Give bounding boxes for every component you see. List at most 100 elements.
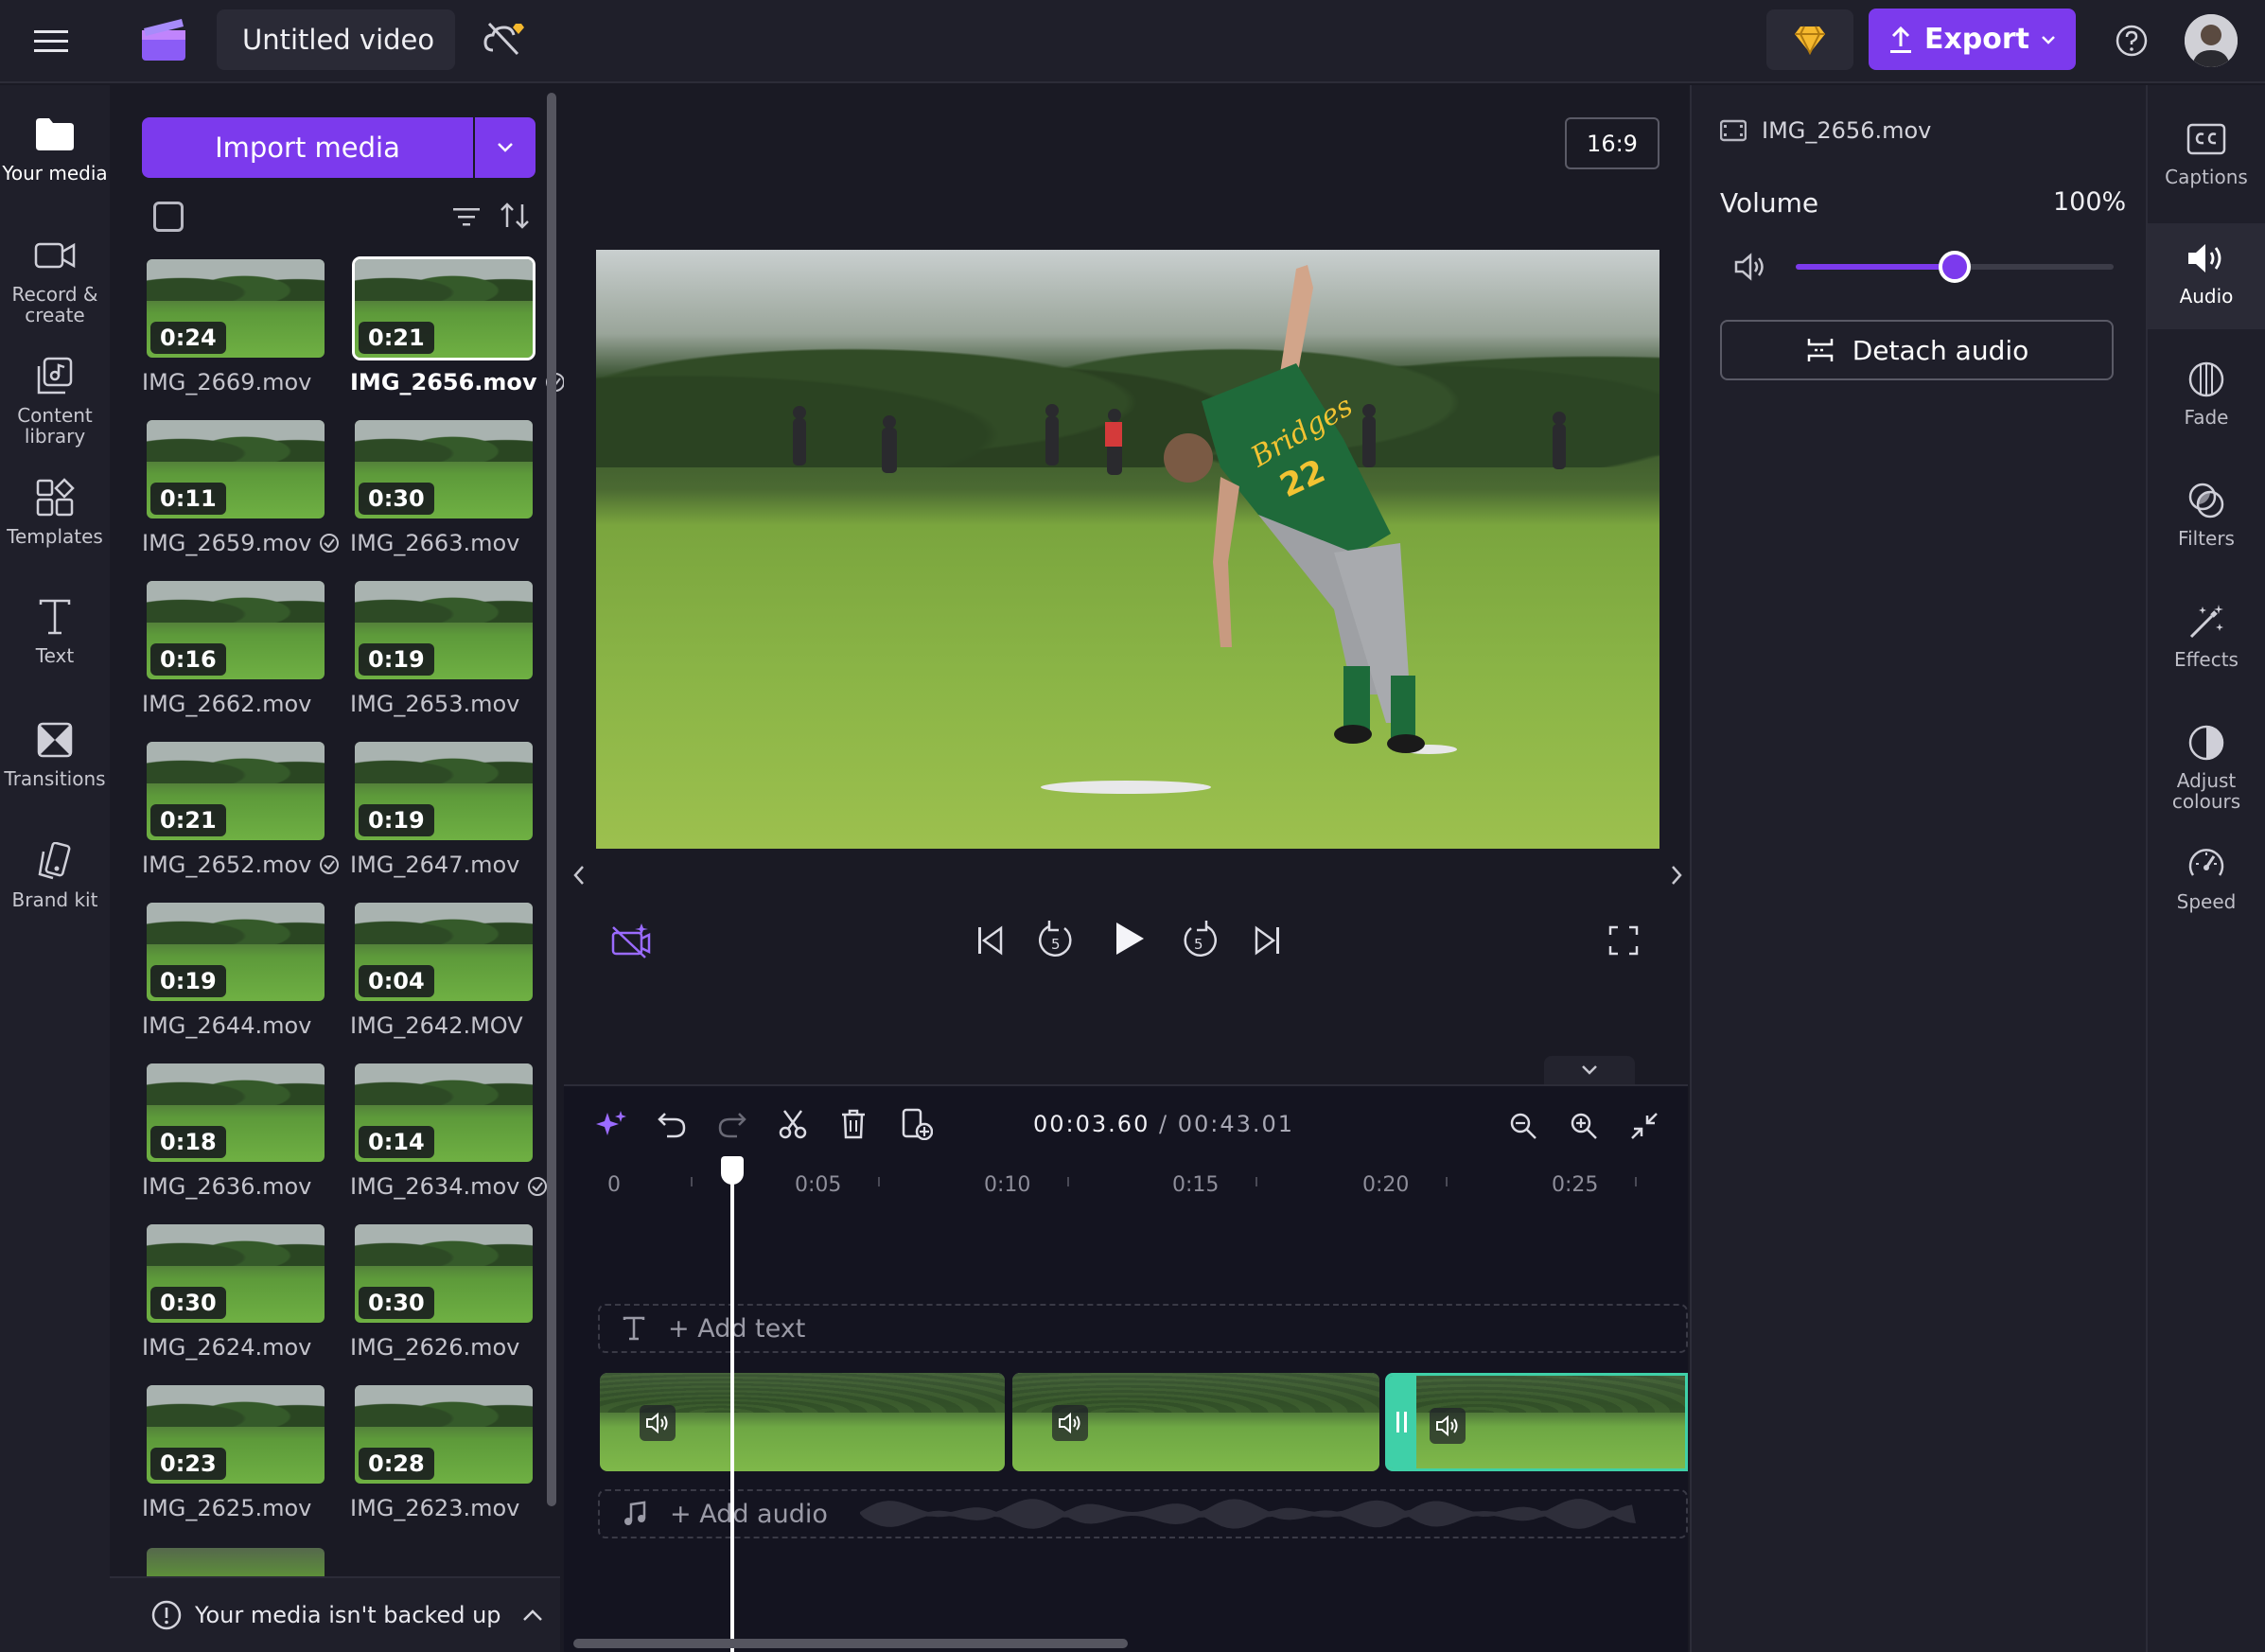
skip-to-start-icon[interactable] — [969, 920, 1010, 961]
media-thumbnail[interactable]: 0:30 — [147, 1224, 325, 1323]
sparkle-icon[interactable] — [592, 1105, 630, 1143]
media-filename[interactable]: IMG_2624.mov — [142, 1334, 311, 1361]
undo-icon[interactable] — [653, 1105, 691, 1143]
timeline-scrollbar[interactable] — [573, 1639, 1128, 1648]
avatar[interactable] — [2185, 14, 2238, 67]
media-scrollbar[interactable] — [547, 93, 556, 1506]
nav-item-brand-kit[interactable]: Brand kit — [0, 833, 110, 910]
filter-icon[interactable] — [448, 199, 484, 235]
nav-item-text[interactable]: Text — [0, 589, 110, 666]
cloud-off-premium-icon[interactable] — [481, 17, 530, 61]
clip-volume-icon[interactable] — [1052, 1405, 1088, 1441]
nav-item-transitions[interactable]: Transitions — [0, 712, 110, 789]
media-filename[interactable]: IMG_2652.mov — [142, 852, 340, 878]
media-thumbnail[interactable]: 0:11 — [147, 420, 325, 518]
media-thumbnail[interactable]: 0:16 — [147, 581, 325, 679]
hamburger-menu-icon[interactable] — [28, 21, 74, 62]
zoom-out-icon[interactable] — [1504, 1107, 1542, 1145]
import-dropdown-button[interactable] — [475, 117, 536, 178]
export-button[interactable]: Export — [1869, 9, 2076, 70]
clipchamp-logo[interactable] — [140, 17, 189, 62]
media-thumbnail[interactable]: 0:21 — [147, 742, 325, 840]
clip-volume-icon[interactable] — [1430, 1408, 1466, 1444]
trash-icon[interactable] — [834, 1105, 872, 1143]
media-filename[interactable]: IMG_2662.mov — [142, 691, 311, 717]
collapse-left-panel-icon[interactable] — [560, 852, 598, 899]
media-filename[interactable]: IMG_2653.mov — [350, 691, 519, 717]
media-filename[interactable]: IMG_2656.mov — [350, 369, 566, 395]
camera-off-sparkle-icon[interactable] — [606, 920, 655, 961]
playhead-handle[interactable] — [721, 1156, 744, 1185]
media-filename[interactable]: IMG_2634.mov — [350, 1173, 548, 1200]
media-filename[interactable]: IMG_2669.mov — [142, 369, 311, 395]
detach-audio-button[interactable]: Detach audio — [1720, 320, 2114, 380]
add-audio-track[interactable]: + Add audio — [598, 1489, 1688, 1538]
media-filename[interactable]: IMG_2659.mov — [142, 530, 340, 556]
media-thumbnail[interactable]: 0:30 — [355, 1224, 533, 1323]
skip-to-end-icon[interactable] — [1247, 920, 1289, 961]
play-icon[interactable] — [1107, 914, 1152, 963]
collapse-timeline-button[interactable] — [1544, 1056, 1635, 1084]
media-thumbnail[interactable]: 0:21 — [352, 256, 536, 360]
nav-item-folder[interactable]: Your media — [0, 106, 110, 184]
media-thumbnail[interactable]: 0:14 — [355, 1063, 533, 1162]
forward-5-seconds-icon[interactable]: 5 — [1177, 916, 1220, 963]
nav-item-camera[interactable]: Record & create — [0, 227, 110, 325]
import-media-button[interactable]: Import media — [142, 117, 473, 178]
rewind-5-seconds-icon[interactable]: 5 — [1035, 916, 1079, 963]
media-thumbnail[interactable]: 0:19 — [355, 742, 533, 840]
timeline-clip-selected[interactable] — [1385, 1373, 1688, 1471]
media-filename[interactable]: IMG_2623.mov — [350, 1495, 519, 1521]
media-thumbnail[interactable]: 0:23 — [147, 1385, 325, 1484]
playhead[interactable] — [730, 1156, 734, 1652]
media-thumbnail[interactable]: 0:18 — [147, 1063, 325, 1162]
backup-notice[interactable]: Your media isn't backed up — [110, 1576, 560, 1652]
nav-item-library[interactable]: Content library — [0, 348, 110, 447]
media-duration: 0:04 — [359, 965, 434, 997]
panel-tab-captions[interactable]: Captions — [2148, 112, 2265, 218]
media-thumbnail[interactable]: 0:30 — [355, 420, 533, 518]
sort-icon[interactable] — [496, 197, 534, 235]
media-thumbnail[interactable]: 0:04 — [355, 903, 533, 1001]
media-thumbnail-partial[interactable] — [147, 1548, 325, 1576]
select-all-checkbox[interactable] — [153, 202, 184, 232]
media-thumbnail[interactable]: 0:24 — [147, 259, 325, 358]
panel-tab-filters[interactable]: Filters — [2148, 473, 2265, 579]
panel-tab-adjust-colours[interactable]: Adjust colours — [2148, 715, 2265, 833]
media-filename[interactable]: IMG_2625.mov — [142, 1495, 311, 1521]
media-thumbnail[interactable]: 0:28 — [355, 1385, 533, 1484]
volume-slider-thumb[interactable] — [1939, 251, 1971, 283]
media-filename[interactable]: IMG_2626.mov — [350, 1334, 519, 1361]
clip-volume-icon[interactable] — [640, 1405, 676, 1441]
help-icon[interactable] — [2110, 19, 2153, 62]
add-text-track[interactable]: + Add text — [598, 1304, 1688, 1353]
timeline-clip[interactable] — [1012, 1373, 1379, 1471]
redo-icon[interactable] — [713, 1105, 751, 1143]
scissors-icon[interactable] — [774, 1105, 812, 1143]
fit-timeline-icon[interactable] — [1625, 1107, 1663, 1145]
speaker-icon[interactable] — [1729, 248, 1773, 286]
zoom-in-icon[interactable] — [1565, 1107, 1603, 1145]
media-filename[interactable]: IMG_2642.MOV — [350, 1012, 523, 1039]
fullscreen-icon[interactable] — [1605, 922, 1642, 959]
folder-icon — [0, 106, 110, 163]
project-title[interactable]: Untitled video — [217, 9, 455, 70]
panel-tab-magic-wand[interactable]: Effects — [2148, 594, 2265, 700]
premium-button[interactable] — [1766, 9, 1853, 70]
media-filename[interactable]: IMG_2647.mov — [350, 852, 519, 878]
media-thumbnail[interactable]: 0:19 — [355, 581, 533, 679]
timeline-clip[interactable] — [600, 1373, 1005, 1471]
clip-trim-handle[interactable] — [1388, 1376, 1416, 1468]
add-to-timeline-icon[interactable] — [897, 1105, 937, 1143]
nav-item-templates[interactable]: Templates — [0, 469, 110, 547]
video-preview[interactable]: Bridges 22 — [596, 250, 1659, 849]
film-icon — [1720, 119, 1747, 142]
aspect-ratio-button[interactable]: 16:9 — [1565, 117, 1659, 169]
panel-tab-fade[interactable]: Fade — [2148, 352, 2265, 458]
panel-tab-speedometer[interactable]: Speed — [2148, 836, 2265, 942]
panel-tab-speaker[interactable]: Audio — [2148, 223, 2265, 329]
media-filename[interactable]: IMG_2663.mov — [350, 530, 519, 556]
media-filename[interactable]: IMG_2636.mov — [142, 1173, 311, 1200]
media-filename[interactable]: IMG_2644.mov — [142, 1012, 311, 1039]
media-thumbnail[interactable]: 0:19 — [147, 903, 325, 1001]
